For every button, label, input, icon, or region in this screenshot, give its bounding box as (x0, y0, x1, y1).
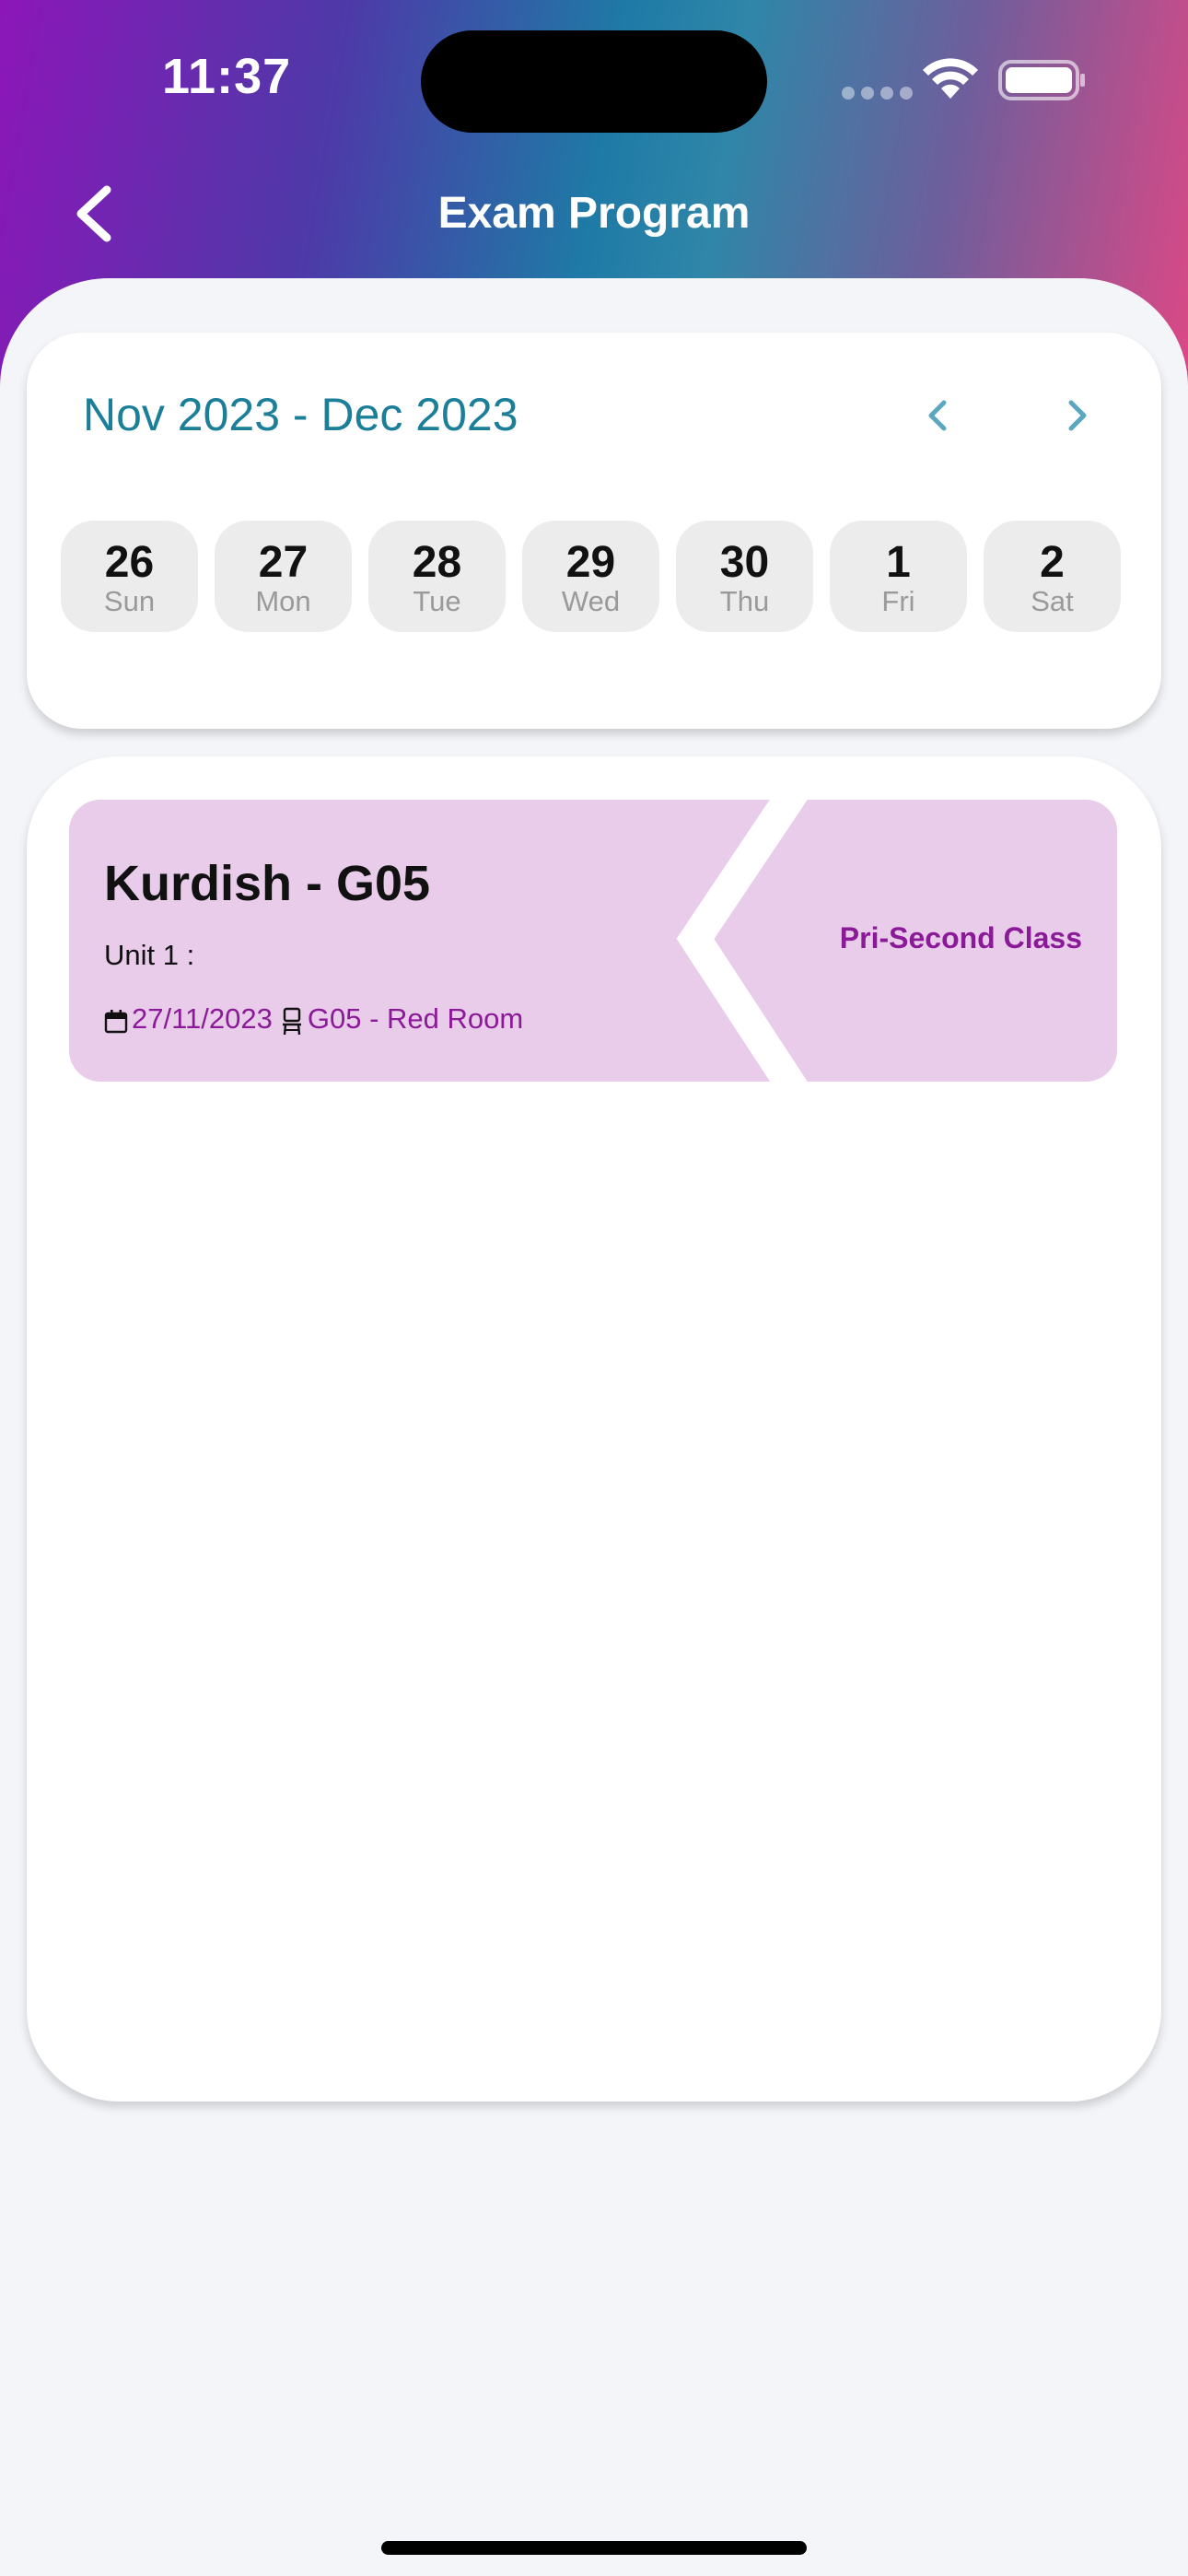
page-title: Exam Program (437, 189, 751, 238)
exam-room: G05 - Red Room (307, 1002, 524, 1035)
day-chip-sat[interactable]: 2 Sat (984, 521, 1121, 632)
prev-week-button[interactable] (911, 388, 966, 443)
day-name: Sat (1031, 585, 1074, 617)
battery-icon (998, 60, 1085, 100)
exam-class-label: Pri-Second Class (839, 921, 1082, 954)
home-indicator[interactable] (381, 2541, 807, 2555)
day-chip-sun[interactable]: 26 Sun (61, 521, 198, 632)
day-number: 30 (719, 538, 770, 587)
day-number: 28 (412, 538, 462, 587)
day-number: 2 (1040, 538, 1065, 587)
exam-date: 27/11/2023 (132, 1002, 273, 1035)
day-name: Thu (719, 585, 770, 617)
day-chip-wed[interactable]: 29 Wed (522, 521, 659, 632)
next-week-button[interactable] (1049, 388, 1104, 443)
chevron-left-icon (928, 400, 947, 431)
exam-list-card: Kurdish - G05 Unit 1 : 27/11/2023 G05 - … (27, 756, 1161, 2102)
day-strip: 26 Sun 27 Mon 28 Tue 29 Wed 30 Thu 1 Fri… (61, 521, 1121, 632)
day-chip-thu[interactable]: 30 Thu (676, 521, 813, 632)
cellular-signal-icon (842, 87, 913, 100)
exam-meta: 27/11/2023 G05 - Red Room (104, 1002, 523, 1036)
day-name: Mon (255, 585, 311, 617)
day-chip-tue[interactable]: 28 Tue (368, 521, 506, 632)
calendar-card: Nov 2023 - Dec 2023 26 Sun 27 Mon 28 Tue… (27, 333, 1161, 729)
calendar-icon (104, 1010, 128, 1034)
day-name: Sun (103, 585, 156, 617)
exam-title: Kurdish - G05 (104, 856, 431, 911)
chair-icon (282, 1007, 301, 1036)
day-name: Fri (881, 585, 915, 617)
exam-item[interactable]: Kurdish - G05 Unit 1 : 27/11/2023 G05 - … (69, 800, 1117, 1082)
chevron-right-icon (1068, 400, 1087, 431)
day-name: Tue (413, 585, 461, 617)
day-number: 27 (258, 538, 309, 587)
day-chip-fri[interactable]: 1 Fri (830, 521, 967, 632)
day-number: 26 (104, 538, 155, 587)
dynamic-island (421, 30, 767, 133)
month-range-label: Nov 2023 - Dec 2023 (83, 389, 518, 440)
day-number: 1 (886, 538, 911, 587)
day-chip-mon[interactable]: 27 Mon (215, 521, 352, 632)
day-number: 29 (565, 538, 616, 587)
wifi-icon (923, 58, 978, 99)
status-time: 11:37 (162, 49, 292, 104)
exam-unit: Unit 1 : (104, 939, 195, 971)
day-name: Wed (561, 585, 621, 617)
